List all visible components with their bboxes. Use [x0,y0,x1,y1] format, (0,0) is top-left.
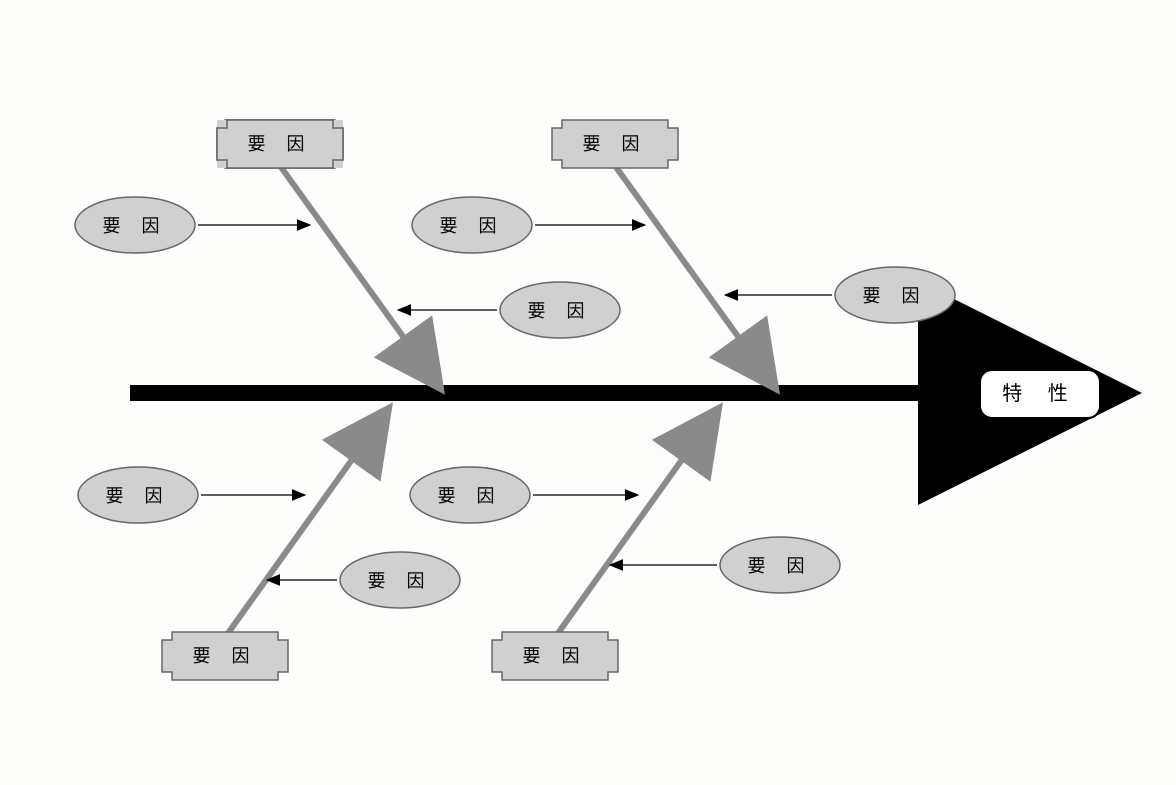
category-top-left-label: 要 因 [247,134,312,154]
subcause-top-left-b: 要 因 [500,282,620,338]
category-top-right-label: 要 因 [582,134,647,154]
subcause-bottom-right-a: 要 因 [410,467,530,523]
subcause-top-left-b-label: 要 因 [527,301,592,321]
subcause-bottom-right-b: 要 因 [720,537,840,593]
subcause-bottom-right-b-label: 要 因 [747,556,812,576]
subcause-bottom-left-a-label: 要 因 [105,486,170,506]
category-top-left: 要 因 [217,120,343,168]
subcause-top-left-a: 要 因 [75,197,195,253]
subcause-bottom-left-b: 要 因 [340,552,460,608]
bone-top-left [278,163,438,385]
category-bottom-left-label: 要 因 [192,646,257,666]
effect-label: 特 性 [1002,382,1078,405]
bone-top-right [613,163,773,385]
category-bottom-right-label: 要 因 [522,646,587,666]
category-bottom-right: 要 因 [492,632,618,680]
subcause-top-right-b: 要 因 [835,267,955,323]
subcause-top-right-a-label: 要 因 [439,216,504,236]
subcause-bottom-left-a: 要 因 [78,467,198,523]
subcause-top-left-a-label: 要 因 [102,216,167,236]
bone-bottom-right [556,412,716,636]
effect-box: 特 性 [980,370,1100,418]
category-top-right: 要 因 [552,120,678,168]
fishbone-diagram: 特 性 要 因 要 因 要 因 要 因 要 因 [0,0,1176,785]
subcause-top-right-b-label: 要 因 [862,286,927,306]
subcause-bottom-right-a-label: 要 因 [437,486,502,506]
category-bottom-left: 要 因 [162,632,288,680]
subcause-bottom-left-b-label: 要 因 [367,571,432,591]
subcause-top-right-a: 要 因 [412,197,532,253]
